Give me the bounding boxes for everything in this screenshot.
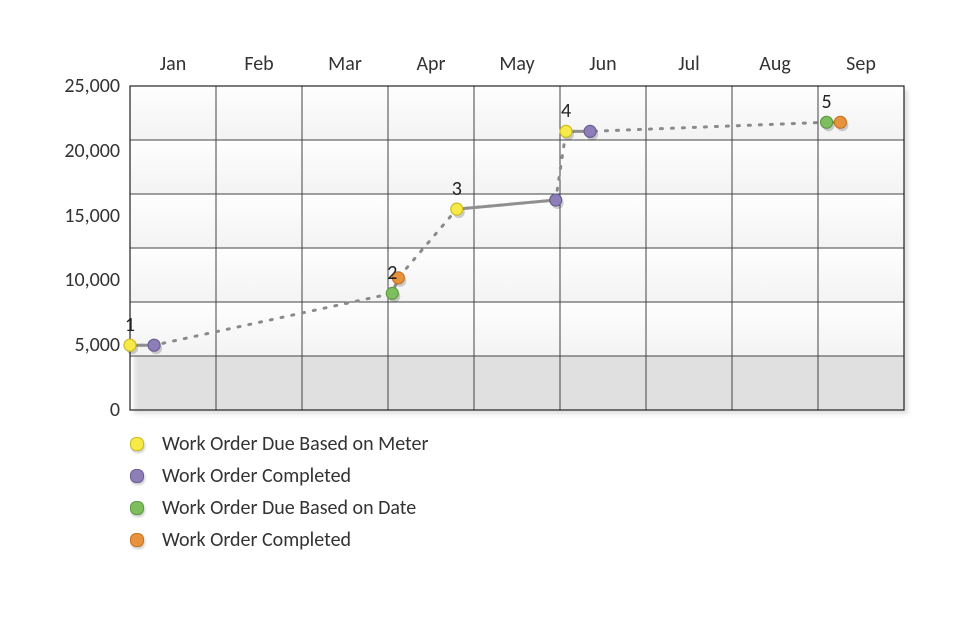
- legend-label: Work Order Due Based on Meter: [162, 432, 428, 456]
- data-point-label: 1: [125, 313, 135, 337]
- x-axis-tick-label: Jun: [558, 52, 648, 76]
- legend-marker-icon: [130, 437, 144, 451]
- legend-item: Work Order Due Based on Meter: [130, 428, 428, 460]
- data-point: [386, 287, 398, 299]
- legend-label: Work Order Due Based on Date: [162, 496, 416, 520]
- y-axis-tick-label: 5,000: [40, 333, 120, 357]
- x-axis-tick-label: Feb: [214, 52, 304, 76]
- grid-row-bg: [130, 302, 904, 356]
- x-axis-tick-label: Mar: [300, 52, 390, 76]
- data-point-label: 5: [822, 90, 832, 114]
- data-point: [148, 339, 160, 351]
- x-axis-tick-label: Aug: [730, 52, 820, 76]
- legend-marker-icon: [130, 501, 144, 515]
- y-axis-tick-label: 25,000: [40, 74, 120, 98]
- y-axis-tick-label: 20,000: [40, 139, 120, 163]
- grid-row-bg: [130, 86, 904, 140]
- data-point: [560, 125, 572, 137]
- grid-row-bg: [130, 140, 904, 194]
- legend-item: Work Order Completed: [130, 460, 428, 492]
- legend-label: Work Order Completed: [162, 528, 351, 552]
- y-axis-tick-label: 0: [40, 398, 120, 422]
- x-axis-tick-label: Jan: [128, 52, 218, 76]
- data-point-label: 2: [387, 261, 397, 285]
- x-axis-tick-label: Apr: [386, 52, 476, 76]
- y-axis-tick-label: 10,000: [40, 268, 120, 292]
- legend-item: Work Order Due Based on Date: [130, 492, 428, 524]
- x-axis-tick-label: Sep: [816, 52, 906, 76]
- data-point: [550, 194, 562, 206]
- grid-row-bg: [130, 248, 904, 302]
- x-axis-tick-label: May: [472, 52, 562, 76]
- data-point: [124, 339, 136, 351]
- data-point: [584, 125, 596, 137]
- data-point-label: 4: [561, 99, 571, 123]
- data-point-label: 3: [452, 177, 462, 201]
- legend-marker-icon: [130, 469, 144, 483]
- legend-label: Work Order Completed: [162, 464, 351, 488]
- data-point: [451, 203, 463, 215]
- legend-item: Work Order Completed: [130, 524, 428, 556]
- y-axis-tick-label: 15,000: [40, 204, 120, 228]
- chart-legend: Work Order Due Based on Meter Work Order …: [130, 428, 428, 556]
- x-axis-tick-label: Jul: [644, 52, 734, 76]
- chart-plot-area: [130, 86, 904, 410]
- data-point: [834, 116, 846, 128]
- legend-marker-icon: [130, 533, 144, 547]
- data-point: [821, 116, 833, 128]
